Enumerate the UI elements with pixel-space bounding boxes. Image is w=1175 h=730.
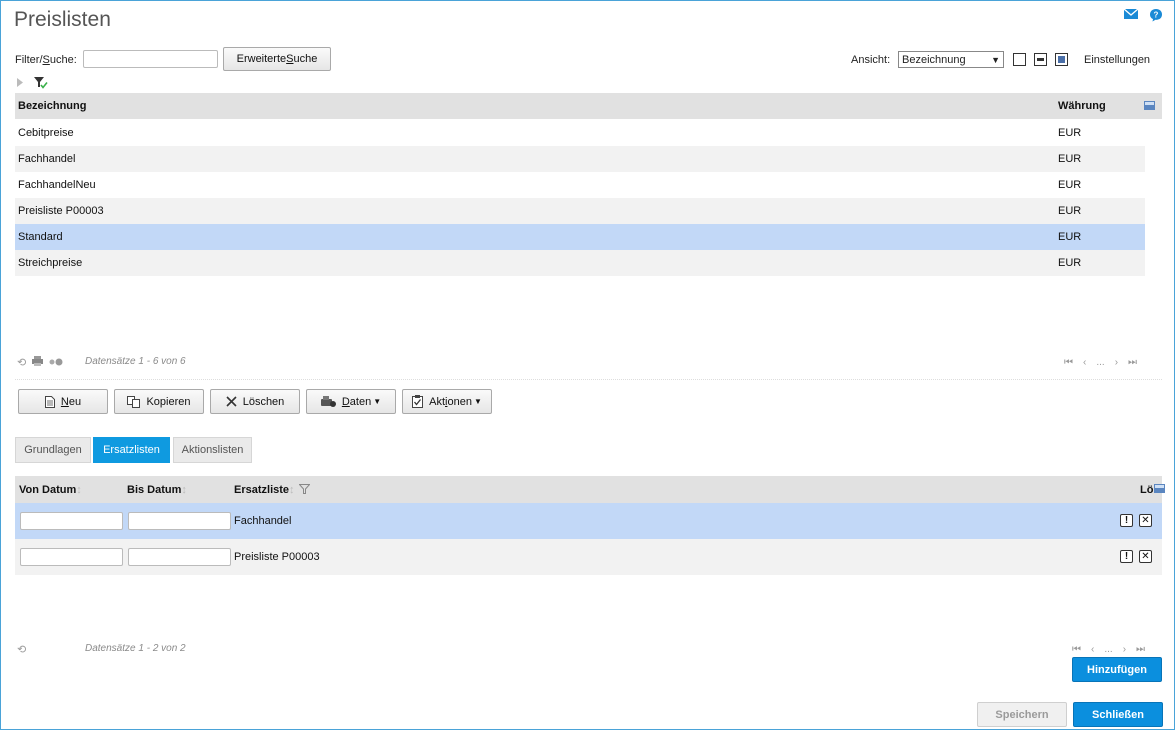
cell-waehrung: EUR bbox=[1058, 179, 1082, 191]
view-label: Ansicht: bbox=[851, 54, 891, 66]
tab-grundlagen[interactable]: Grundlagen bbox=[15, 437, 91, 463]
divider bbox=[15, 379, 1162, 380]
von-datum-input[interactable] bbox=[20, 548, 123, 566]
first-page-icon[interactable]: ⏮ bbox=[1072, 644, 1081, 655]
cell-waehrung: EUR bbox=[1058, 205, 1082, 217]
filter-label: Filter/Suche: bbox=[15, 54, 77, 66]
cell-waehrung: EUR bbox=[1058, 127, 1082, 139]
chevron-down-icon: ▼ bbox=[991, 54, 1000, 65]
tab-ersatzlisten[interactable]: Ersatzlisten bbox=[93, 437, 170, 463]
page-dots: ... bbox=[1104, 644, 1113, 655]
window: Preislisten ? Filter/Suche: Erweiterte S… bbox=[0, 0, 1175, 730]
table-row[interactable]: Preisliste P00003 ! ✕ bbox=[15, 539, 1162, 575]
prev-page-icon[interactable]: ‹ bbox=[1083, 357, 1086, 368]
view-select-value: Bezeichnung bbox=[902, 53, 966, 66]
remove-row-button[interactable]: ✕ bbox=[1139, 550, 1152, 563]
cell-bezeichnung: Streichpreise bbox=[18, 257, 83, 269]
add-button[interactable]: Hinzufügen bbox=[1072, 657, 1162, 682]
column-header-ersatzliste[interactable]: Ersatzliste↕ bbox=[234, 484, 295, 496]
main-grid-header: Bezeichnung Währung bbox=[15, 93, 1162, 119]
help-icon[interactable]: ? bbox=[1149, 8, 1163, 22]
save-button[interactable]: Speichern bbox=[977, 702, 1067, 727]
tab-aktionslisten[interactable]: Aktionslisten bbox=[173, 437, 252, 463]
cell-ersatzliste: Preisliste P00003 bbox=[234, 551, 320, 563]
column-header-bis-datum[interactable]: Bis Datum↕ bbox=[127, 484, 187, 496]
column-filter-icon[interactable] bbox=[298, 484, 311, 497]
bis-datum-input[interactable] bbox=[128, 548, 231, 566]
refresh-icon[interactable]: ⟲ bbox=[17, 643, 26, 656]
sub-records-count: Datensätze 1 - 2 von 2 bbox=[85, 643, 186, 654]
column-header-loeschen[interactable]: Lö bbox=[1140, 484, 1153, 496]
delete-button[interactable]: Löschen bbox=[210, 389, 300, 414]
last-page-icon[interactable]: ⏭ bbox=[1136, 644, 1145, 655]
cell-bezeichnung: Standard bbox=[18, 231, 63, 243]
cell-bezeichnung: FachhandelNeu bbox=[18, 179, 96, 191]
copy-icon bbox=[127, 395, 141, 408]
table-row[interactable]: Fachhandel EUR bbox=[15, 146, 1145, 172]
caret-down-icon: ▼ bbox=[473, 397, 482, 406]
column-chooser-icon[interactable] bbox=[1154, 484, 1165, 496]
svg-text:?: ? bbox=[1154, 11, 1159, 20]
database-gear-icon bbox=[320, 396, 336, 407]
cell-waehrung: EUR bbox=[1058, 231, 1082, 243]
expand-arrow-icon[interactable] bbox=[17, 78, 23, 90]
close-icon bbox=[226, 396, 237, 407]
von-datum-input[interactable] bbox=[20, 512, 123, 530]
actions-menu-button[interactable]: Akt i onen ▼ bbox=[402, 389, 492, 414]
info-button[interactable]: ! bbox=[1120, 514, 1133, 527]
cell-bezeichnung: Cebitpreise bbox=[18, 127, 74, 139]
remove-row-button[interactable]: ✕ bbox=[1139, 514, 1152, 527]
data-menu-button[interactable]: Daten ▼ bbox=[306, 389, 396, 414]
filter-icon[interactable] bbox=[34, 76, 48, 92]
column-header-waehrung[interactable]: Währung bbox=[1058, 100, 1106, 112]
prev-page-icon[interactable]: ‹ bbox=[1091, 644, 1094, 655]
table-row[interactable]: Cebitpreise EUR bbox=[15, 120, 1145, 146]
cell-bezeichnung: Fachhandel bbox=[18, 153, 76, 165]
table-row[interactable]: FachhandelNeu EUR bbox=[15, 172, 1145, 198]
page-dots: ... bbox=[1096, 357, 1105, 368]
table-row-selected[interactable]: Fachhandel ! ✕ bbox=[15, 503, 1162, 539]
table-row[interactable]: Preisliste P00003 EUR bbox=[15, 198, 1145, 224]
column-header-von-datum[interactable]: Von Datum↕ bbox=[19, 484, 82, 496]
sub-pager: ⏮ ‹ ... › ⏭ bbox=[1072, 644, 1145, 655]
cell-ersatzliste: Fachhandel bbox=[234, 515, 292, 527]
next-page-icon[interactable]: › bbox=[1123, 644, 1126, 655]
sub-grid-header: Von Datum↕ Bis Datum↕ Ersatzliste↕ Lö bbox=[15, 476, 1165, 503]
cell-waehrung: EUR bbox=[1058, 257, 1082, 269]
column-header-bezeichnung[interactable]: Bezeichnung bbox=[18, 100, 86, 112]
close-button[interactable]: Schließen bbox=[1073, 702, 1163, 727]
table-row-selected[interactable]: Standard EUR bbox=[15, 224, 1145, 250]
info-button[interactable]: ! bbox=[1120, 550, 1133, 563]
column-chooser-icon[interactable] bbox=[1144, 101, 1155, 113]
view-layout-1-icon[interactable] bbox=[1013, 53, 1026, 66]
cell-bezeichnung: Preisliste P00003 bbox=[18, 205, 104, 217]
clipboard-check-icon bbox=[412, 395, 424, 408]
view-layout-2-icon[interactable] bbox=[1034, 53, 1047, 66]
toggle-icon[interactable] bbox=[49, 357, 63, 369]
document-icon bbox=[44, 395, 55, 408]
cell-waehrung: EUR bbox=[1058, 153, 1082, 165]
first-page-icon[interactable]: ⏮ bbox=[1064, 357, 1073, 368]
view-select[interactable]: Bezeichnung ▼ bbox=[898, 51, 1004, 68]
view-layout-3-icon[interactable] bbox=[1055, 53, 1068, 66]
page-title: Preislisten bbox=[14, 8, 111, 31]
search-input[interactable] bbox=[83, 50, 218, 68]
table-row[interactable]: Streichpreise EUR bbox=[15, 250, 1145, 276]
print-icon[interactable] bbox=[32, 356, 44, 369]
main-pager: ⏮ ‹ ... › ⏭ bbox=[1064, 357, 1137, 368]
caret-down-icon: ▼ bbox=[373, 397, 382, 406]
main-grid-footer-tools: ⟲ bbox=[17, 356, 63, 369]
mail-icon[interactable] bbox=[1123, 8, 1139, 22]
records-count: Datensätze 1 - 6 von 6 bbox=[85, 356, 186, 367]
bis-datum-input[interactable] bbox=[128, 512, 231, 530]
new-button[interactable]: Neu bbox=[18, 389, 108, 414]
refresh-icon[interactable]: ⟲ bbox=[17, 356, 26, 369]
last-page-icon[interactable]: ⏭ bbox=[1128, 357, 1137, 368]
next-page-icon[interactable]: › bbox=[1115, 357, 1118, 368]
copy-button[interactable]: Kopieren bbox=[114, 389, 204, 414]
settings-link[interactable]: Einstellungen bbox=[1084, 54, 1150, 66]
advanced-search-button[interactable]: Erweiterte Suche bbox=[223, 47, 331, 71]
main-grid-body: Cebitpreise EUR Fachhandel EUR Fachhande… bbox=[15, 120, 1145, 276]
